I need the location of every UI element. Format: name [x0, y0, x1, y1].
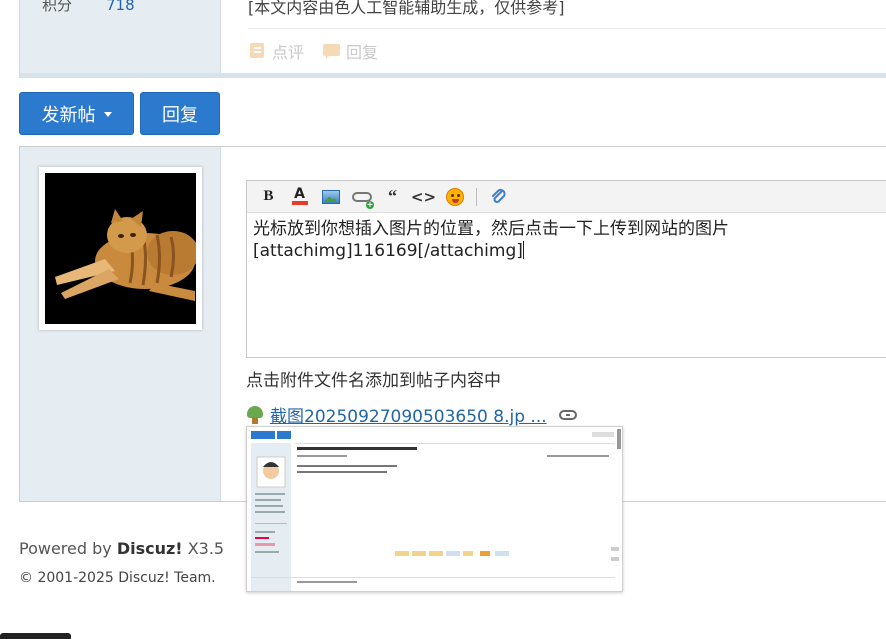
reply-sidebar — [20, 147, 221, 501]
divider — [248, 28, 886, 29]
previous-post: 积分 718 [本文内容由色人工智能辅助生成，仅供参考] 点评 回复 — [19, 0, 886, 78]
previous-post-sidebar: 积分 718 — [20, 0, 221, 76]
copyright: © 2001-2025 Discuz! Team. — [19, 570, 216, 586]
comment-label: 点评 — [272, 43, 305, 62]
new-post-label: 发新帖 — [41, 104, 96, 126]
powered-version: X3.5 — [182, 539, 225, 558]
screenshot-thumbnail — [247, 427, 622, 591]
powered-prefix: Powered by — [19, 539, 117, 558]
post-bottom-bar — [20, 73, 886, 78]
caret-down-icon — [103, 112, 112, 117]
image-file-icon — [246, 405, 264, 424]
attachment-preview-image — [246, 426, 623, 592]
code-icon[interactable]: <> — [408, 184, 439, 210]
editor-textarea[interactable]: 光标放到你想插入图片的位置，然后点击一下上传到网站的图片 [attachimg]… — [247, 213, 886, 267]
attachment-item: 截图20250927090503650 8.jp ... — [246, 402, 577, 427]
reply-editor: B A + “ <> 光标放到你想插入图片的位置，然后点击一下上传到网站的图片 … — [246, 180, 886, 358]
reply-button[interactable]: 回复 — [140, 92, 220, 135]
editor-line-1: 光标放到你想插入图片的位置，然后点击一下上传到网站的图片 — [253, 219, 729, 239]
editor-line-2: [attachimg]116169[/attachimg] — [253, 241, 523, 261]
avatar[interactable] — [45, 173, 196, 324]
avatar-frame — [39, 167, 202, 330]
cat-avatar-image — [45, 173, 196, 324]
attachment-hint: 点击附件文件名添加到帖子内容中 — [246, 371, 501, 391]
new-post-button[interactable]: 发新帖 — [19, 92, 134, 135]
comment-action[interactable]: 点评 — [248, 39, 304, 63]
attachment-file-link[interactable]: 截图20250927090503650 8.jp ... — [270, 402, 547, 427]
link-icon[interactable]: + — [346, 184, 377, 210]
bold-icon[interactable]: B — [253, 184, 284, 210]
powered-by: Powered by Discuz! X3.5 — [19, 539, 224, 558]
toolbar-divider — [476, 187, 477, 206]
user-stat: 积分 718 — [42, 0, 135, 15]
text-cursor — [522, 241, 524, 259]
image-icon[interactable] — [315, 184, 346, 210]
previous-post-content: [本文内容由色人工智能辅助生成，仅供参考] — [248, 0, 565, 17]
insert-link-icon[interactable] — [558, 409, 577, 420]
quote-icon[interactable]: “ — [377, 184, 408, 210]
font-color-icon[interactable]: A — [284, 184, 315, 210]
user-stat-value[interactable]: 718 — [106, 0, 135, 14]
smiley-icon[interactable] — [439, 184, 470, 210]
reply-action[interactable]: 回复 — [322, 39, 378, 63]
comment-icon — [248, 42, 268, 60]
editor-toolbar: B A + “ <> — [247, 181, 886, 213]
reply-icon — [322, 42, 342, 60]
post-actions: 点评 回复 — [248, 39, 378, 63]
user-stat-label: 积分 — [42, 0, 73, 14]
discuz-link[interactable]: Discuz! — [117, 539, 183, 558]
reply-label: 回复 — [346, 43, 379, 62]
attachment-icon[interactable] — [483, 184, 514, 210]
floating-bar[interactable] — [0, 633, 71, 639]
reply-button-label: 回复 — [162, 104, 198, 126]
